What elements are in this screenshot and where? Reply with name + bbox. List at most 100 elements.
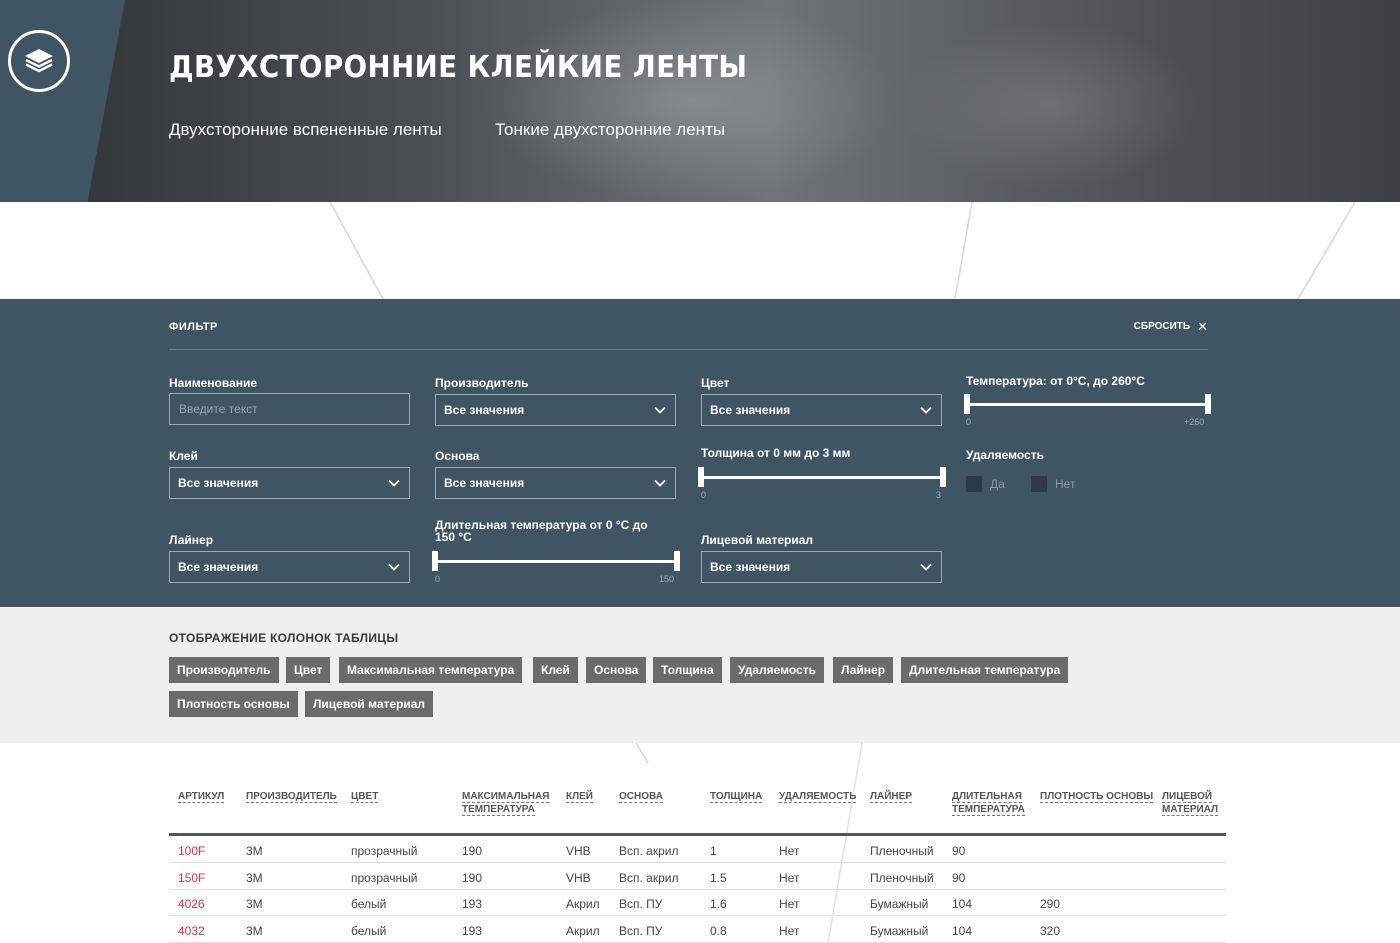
column-chip[interactable]: Лайнер — [833, 657, 894, 683]
longtemp-label: Длительная температура от 0 °C до 150 °C — [435, 518, 648, 544]
longtemp-slider[interactable] — [432, 551, 680, 573]
color-select[interactable]: Все значения — [701, 394, 942, 426]
chevron-down-icon — [920, 563, 932, 571]
checkbox-box — [1031, 476, 1047, 492]
adhesive-select[interactable]: Все значения — [169, 467, 410, 499]
column-header-thickness[interactable]: ТОЛЩИНА — [710, 790, 763, 803]
column-header-face-material[interactable]: ЛИЦЕВОЙ МАТЕРИАЛ — [1162, 790, 1219, 816]
table-cell-color: прозрачный — [351, 870, 418, 885]
checkbox-label: Да — [990, 477, 1005, 491]
column-chip[interactable]: Производитель — [169, 657, 279, 683]
removability-no-checkbox[interactable]: Нет — [1031, 476, 1075, 492]
table-row: 150F 3M прозрачный 190 VHB Всп. акрил 1.5 Нет Пл… — [169, 864, 1226, 890]
removability-yes-checkbox[interactable]: Да — [966, 476, 1005, 492]
chevron-down-icon — [388, 479, 400, 487]
column-chip[interactable]: Основа — [586, 657, 647, 683]
table-header-divider — [169, 833, 1226, 836]
close-icon: ✕ — [1197, 318, 1208, 334]
table-cell-thickness: 1.6 — [710, 897, 727, 911]
chevron-down-icon — [388, 563, 400, 571]
header-wedge — [0, 0, 125, 202]
column-chip[interactable]: Максимальная температура — [339, 657, 523, 683]
column-header-text: АРТИКУЛ — [178, 791, 225, 803]
manufacturer-select[interactable]: Все значения — [435, 394, 676, 426]
longtemp-min: 0 — [435, 574, 441, 584]
column-header-base[interactable]: ОСНОВА — [619, 790, 663, 803]
temp-max: +260 — [1184, 417, 1205, 427]
column-header-manufacturer[interactable]: ПРОИЗВОДИТЕЛЬ — [246, 790, 337, 803]
face-label: Лицевой материал — [701, 533, 814, 547]
product-link[interactable]: 4032 — [178, 924, 205, 938]
thickness-slider[interactable] — [698, 467, 946, 489]
column-header-max-temp[interactable]: МАКСИМАЛЬНАЯ ТЕМПЕРАТУРА — [462, 790, 550, 816]
tab-thin-tapes[interactable]: Тонкие двухсторонние ленты — [495, 120, 725, 140]
table-cell-base: Всп. ПУ — [619, 923, 663, 938]
column-header-base-density[interactable]: ПЛОТНОСТЬ ОСНОВЫ — [1040, 790, 1154, 803]
table-cell-color: белый — [351, 923, 387, 938]
column-chip[interactable]: Цвет — [286, 657, 331, 683]
table-row: 4026 3M белый 193 Акрил Всп. ПУ 1.6 Нет Бумажный… — [169, 890, 1226, 916]
temp-min: 0 — [966, 417, 972, 427]
page-title: ДВУХСТОРОННИЕ КЛЕЙКИЕ ЛЕНТЫ — [169, 50, 748, 85]
name-input[interactable] — [169, 393, 410, 425]
base-value: Все значения — [444, 476, 525, 490]
product-link[interactable]: 100F — [178, 844, 205, 858]
slider-handle-min[interactable] — [964, 394, 970, 414]
table-cell-adhesive: VHB — [566, 844, 591, 858]
thickness-max: 3 — [936, 490, 942, 500]
chevron-down-icon — [654, 406, 666, 414]
temp-slider[interactable] — [964, 394, 1211, 416]
table-cell-liner: Бумажный — [870, 897, 929, 911]
column-chip[interactable]: Клей — [533, 657, 578, 683]
filter-header: ФИЛЬТР СБРОСИТЬ ✕ — [169, 318, 1208, 350]
column-header-removability[interactable]: УДАЛЯЕМОСТЬ — [779, 790, 857, 803]
table-cell-removability: Нет — [779, 923, 800, 938]
slider-track — [964, 403, 1211, 406]
column-chip[interactable]: Лицевой материал — [305, 691, 434, 717]
slider-handle-min[interactable] — [698, 467, 704, 487]
face-select[interactable]: Все значения — [701, 551, 942, 583]
table-cell-max-temp: 193 — [462, 897, 483, 911]
slider-handle-max[interactable] — [1205, 394, 1211, 414]
column-chip[interactable]: Удаляемость — [730, 657, 824, 683]
slider-handle-max[interactable] — [674, 551, 680, 571]
name-label: Наименование — [169, 376, 258, 390]
column-header-liner[interactable]: ЛАЙНЕР — [870, 790, 912, 803]
page-header: ДВУХСТОРОННИЕ КЛЕЙКИЕ ЛЕНТЫ Двухсторонни… — [0, 0, 1400, 202]
slider-handle-max[interactable] — [940, 467, 946, 487]
table-cell-max-temp: 193 — [462, 923, 483, 938]
checkbox-box — [966, 476, 982, 492]
liner-value: Все значения — [178, 560, 259, 574]
base-select[interactable]: Все значения — [435, 467, 676, 499]
tab-foam-tapes[interactable]: Двухсторонние вспененные ленты — [169, 120, 442, 140]
table-cell-color: белый — [351, 897, 387, 911]
table-cell-max-temp: 190 — [462, 870, 483, 885]
face-value: Все значения — [710, 560, 791, 574]
column-header-text: ОСНОВА — [619, 791, 663, 803]
product-link[interactable]: 4026 — [178, 897, 205, 911]
chevron-down-icon — [654, 479, 666, 487]
column-chip[interactable]: Толщина — [653, 657, 722, 683]
table-cell-manufacturer: 3M — [246, 897, 263, 911]
reset-button[interactable]: СБРОСИТЬ ✕ — [1134, 318, 1208, 334]
table-cell-manufacturer: 3M — [246, 870, 263, 885]
chevron-down-icon — [920, 406, 932, 414]
table-cell-max-temp: 190 — [462, 844, 483, 858]
column-chip[interactable]: Плотность основы — [169, 691, 298, 717]
table-row: 4032 3M белый 193 Акрил Всп. ПУ 0.8 Нет Бумажный… — [169, 917, 1226, 943]
temp-label: Температура: от 0°C, до 260°C — [966, 374, 1145, 388]
table-cell-adhesive: Акрил — [566, 923, 600, 938]
liner-select[interactable]: Все значения — [169, 551, 410, 583]
column-header-text: ЛИЦЕВОЙ — [1162, 791, 1213, 803]
column-header-text: ТОЛЩИНА — [710, 791, 763, 803]
slider-handle-min[interactable] — [432, 551, 438, 571]
product-link[interactable]: 150F — [178, 871, 205, 885]
table-cell-thickness: 1.5 — [710, 870, 727, 885]
column-header-sku[interactable]: АРТИКУЛ — [178, 790, 225, 803]
column-header-adhesive[interactable]: КЛЕЙ — [566, 790, 593, 803]
longtemp-max: 150 — [659, 574, 675, 584]
column-header-color[interactable]: ЦВЕТ — [351, 790, 379, 803]
column-header-long-temp[interactable]: ДЛИТЕЛЬНАЯ ТЕМПЕРАТУРА — [952, 790, 1025, 816]
layers-icon[interactable] — [8, 30, 70, 92]
column-chip[interactable]: Длительная температура — [901, 657, 1069, 683]
